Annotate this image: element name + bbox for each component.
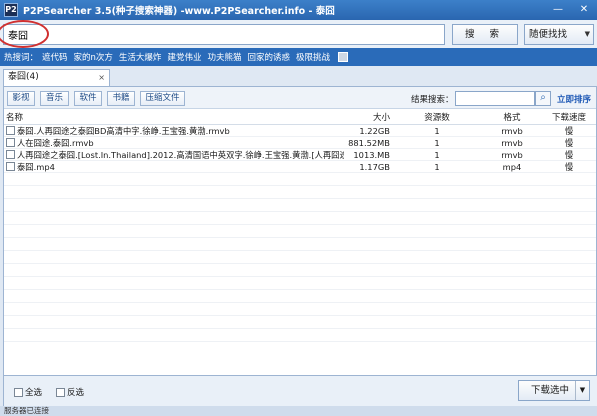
- invert-selection-checkbox[interactable]: 反选: [56, 386, 84, 398]
- row-name: 人再囧途之泰囧.[Lost.In.Thailand].2012.高清国语中英双字…: [17, 149, 344, 160]
- hot-keyword-2[interactable]: 家的n次方: [74, 51, 113, 63]
- row-speed: 慢: [564, 150, 574, 160]
- bottom-bar: 全选 反选 下载选中 ▼: [3, 376, 597, 406]
- filter-archives-button[interactable]: 压缩文件: [140, 91, 185, 106]
- filter-music-button[interactable]: 音乐: [40, 91, 69, 106]
- row-sources: 1: [434, 126, 440, 136]
- tab-bar: 泰囧(4) ×: [0, 66, 597, 86]
- row-format: rmvb: [501, 138, 523, 148]
- row-name-cell: 泰囧.mp4: [4, 161, 344, 172]
- row-speed: 慢: [564, 138, 574, 148]
- row-checkbox[interactable]: [6, 126, 15, 135]
- row-size: 1013.MB: [353, 150, 390, 160]
- row-sources: 1: [434, 150, 440, 160]
- window-title: P2PSearcher 3.5(种子搜索神器) -www.P2PSearcher…: [23, 6, 335, 17]
- close-button[interactable]: ✕: [571, 0, 597, 20]
- hot-keyword-3[interactable]: 生活大爆炸: [119, 51, 162, 63]
- search-bar: 搜 索 随便找找 ▼: [0, 20, 597, 48]
- hot-keywords-bar: 热搜词： 遮代码 家的n次方 生活大爆炸 建党伟业 功夫熊猫 回家的诱惑 极限挑…: [0, 48, 597, 66]
- table-row[interactable]: 人再囧途之泰囧.[Lost.In.Thailand].2012.高清国语中英双字…: [4, 149, 596, 161]
- table-row[interactable]: 人在囧途.泰囧.rmvb 881.52MB 1 rmvb 慢: [4, 137, 596, 149]
- result-filter-label: 结果搜索：: [411, 95, 454, 105]
- filter-video-button[interactable]: 影视: [7, 91, 35, 106]
- select-all-label: 全选: [25, 388, 43, 398]
- table-row[interactable]: 泰囧.mp4 1.17GB 1 mp4 慢: [4, 161, 596, 173]
- row-name-cell: 人在囧途.泰囧.rmvb: [4, 137, 344, 148]
- row-format: rmvb: [501, 126, 523, 136]
- header-size[interactable]: 大小: [344, 111, 392, 124]
- invert-label: 反选: [67, 388, 85, 398]
- row-format: rmvb: [501, 150, 523, 160]
- random-search-label: 随便找找: [529, 29, 568, 40]
- row-format: mp4: [502, 162, 522, 172]
- results-table: 名称 大小 资源数 格式 下载速度 泰囧.人再囧途之泰囧BD高清中字.徐峥.王宝…: [4, 111, 596, 173]
- row-name-cell: 人再囧途之泰囧.[Lost.In.Thailand].2012.高清国语中英双字…: [4, 149, 344, 160]
- result-filter-input[interactable]: [455, 91, 535, 106]
- close-tab-icon[interactable]: ×: [98, 70, 105, 85]
- filter-software-button[interactable]: 软件: [74, 91, 102, 106]
- row-checkbox[interactable]: [6, 150, 15, 159]
- row-checkbox[interactable]: [6, 138, 15, 147]
- row-sources: 1: [434, 138, 440, 148]
- search-button[interactable]: 搜 索: [452, 24, 518, 45]
- row-size: 881.52MB: [348, 138, 390, 148]
- tab-search-results[interactable]: 泰囧(4) ×: [3, 69, 110, 86]
- filter-bar: 影视 音乐 软件 书籍 压缩文件 结果搜索： ⌕ 立即排序: [4, 87, 596, 109]
- sort-now-button[interactable]: 立即排序: [557, 93, 591, 105]
- header-sources[interactable]: 资源数: [392, 111, 482, 124]
- chevron-down-icon[interactable]: ▼: [575, 381, 589, 400]
- download-label: 下载选中: [531, 385, 570, 396]
- hot-keyword-5[interactable]: 功夫熊猫: [207, 51, 241, 63]
- row-size: 1.22GB: [359, 126, 390, 136]
- table-row[interactable]: 泰囧.人再囧途之泰囧BD高清中字.徐峥.王宝强.黄渤.rmvb 1.22GB 1…: [4, 125, 596, 137]
- tab-label: 泰囧(4): [8, 72, 39, 82]
- title-bar: P2 P2PSearcher 3.5(种子搜索神器) -www.P2PSearc…: [0, 0, 597, 20]
- search-input[interactable]: [3, 24, 445, 45]
- row-name: 人在囧途.泰囧.rmvb: [17, 137, 94, 148]
- random-search-button[interactable]: 随便找找 ▼: [524, 24, 594, 45]
- hot-keyword-6[interactable]: 回家的诱惑: [247, 51, 290, 63]
- image-icon[interactable]: [338, 52, 348, 62]
- row-name: 泰囧.mp4: [17, 161, 55, 172]
- row-size: 1.17GB: [359, 162, 390, 172]
- hot-keyword-7[interactable]: 极限挑战: [296, 51, 330, 63]
- row-speed: 慢: [564, 126, 574, 136]
- hot-keywords-label: 热搜词：: [4, 53, 39, 63]
- download-selected-button[interactable]: 下载选中 ▼: [518, 380, 590, 401]
- filter-books-button[interactable]: 书籍: [107, 91, 135, 106]
- chevron-down-icon: ▼: [584, 30, 590, 38]
- empty-table-area: [4, 173, 596, 353]
- status-bar: 服务器已连接: [0, 406, 597, 416]
- row-name-cell: 泰囧.人再囧途之泰囧BD高清中字.徐峥.王宝强.黄渤.rmvb: [4, 125, 344, 136]
- hot-keyword-1[interactable]: 遮代码: [42, 51, 68, 63]
- row-name: 泰囧.人再囧途之泰囧BD高清中字.徐峥.王宝强.黄渤.rmvb: [17, 125, 230, 136]
- header-speed[interactable]: 下载速度: [542, 111, 596, 124]
- results-panel: 影视 音乐 软件 书籍 压缩文件 结果搜索： ⌕ 立即排序 名称 大小 资源数 …: [3, 86, 597, 376]
- row-speed: 慢: [564, 162, 574, 172]
- app-logo-icon: P2: [4, 3, 18, 17]
- status-text: 服务器已连接: [4, 406, 49, 415]
- row-checkbox[interactable]: [6, 162, 15, 171]
- select-all-box[interactable]: [14, 387, 23, 397]
- minimize-button[interactable]: —: [545, 0, 571, 20]
- search-icon[interactable]: ⌕: [535, 91, 551, 106]
- invert-box[interactable]: [56, 387, 65, 397]
- row-sources: 1: [434, 162, 440, 172]
- table-header: 名称 大小 资源数 格式 下载速度: [4, 111, 596, 125]
- select-all-checkbox[interactable]: 全选: [14, 386, 42, 398]
- header-format[interactable]: 格式: [482, 111, 542, 124]
- hot-keyword-4[interactable]: 建党伟业: [167, 51, 201, 63]
- header-name[interactable]: 名称: [4, 111, 344, 124]
- window-controls: — ✕: [545, 0, 597, 20]
